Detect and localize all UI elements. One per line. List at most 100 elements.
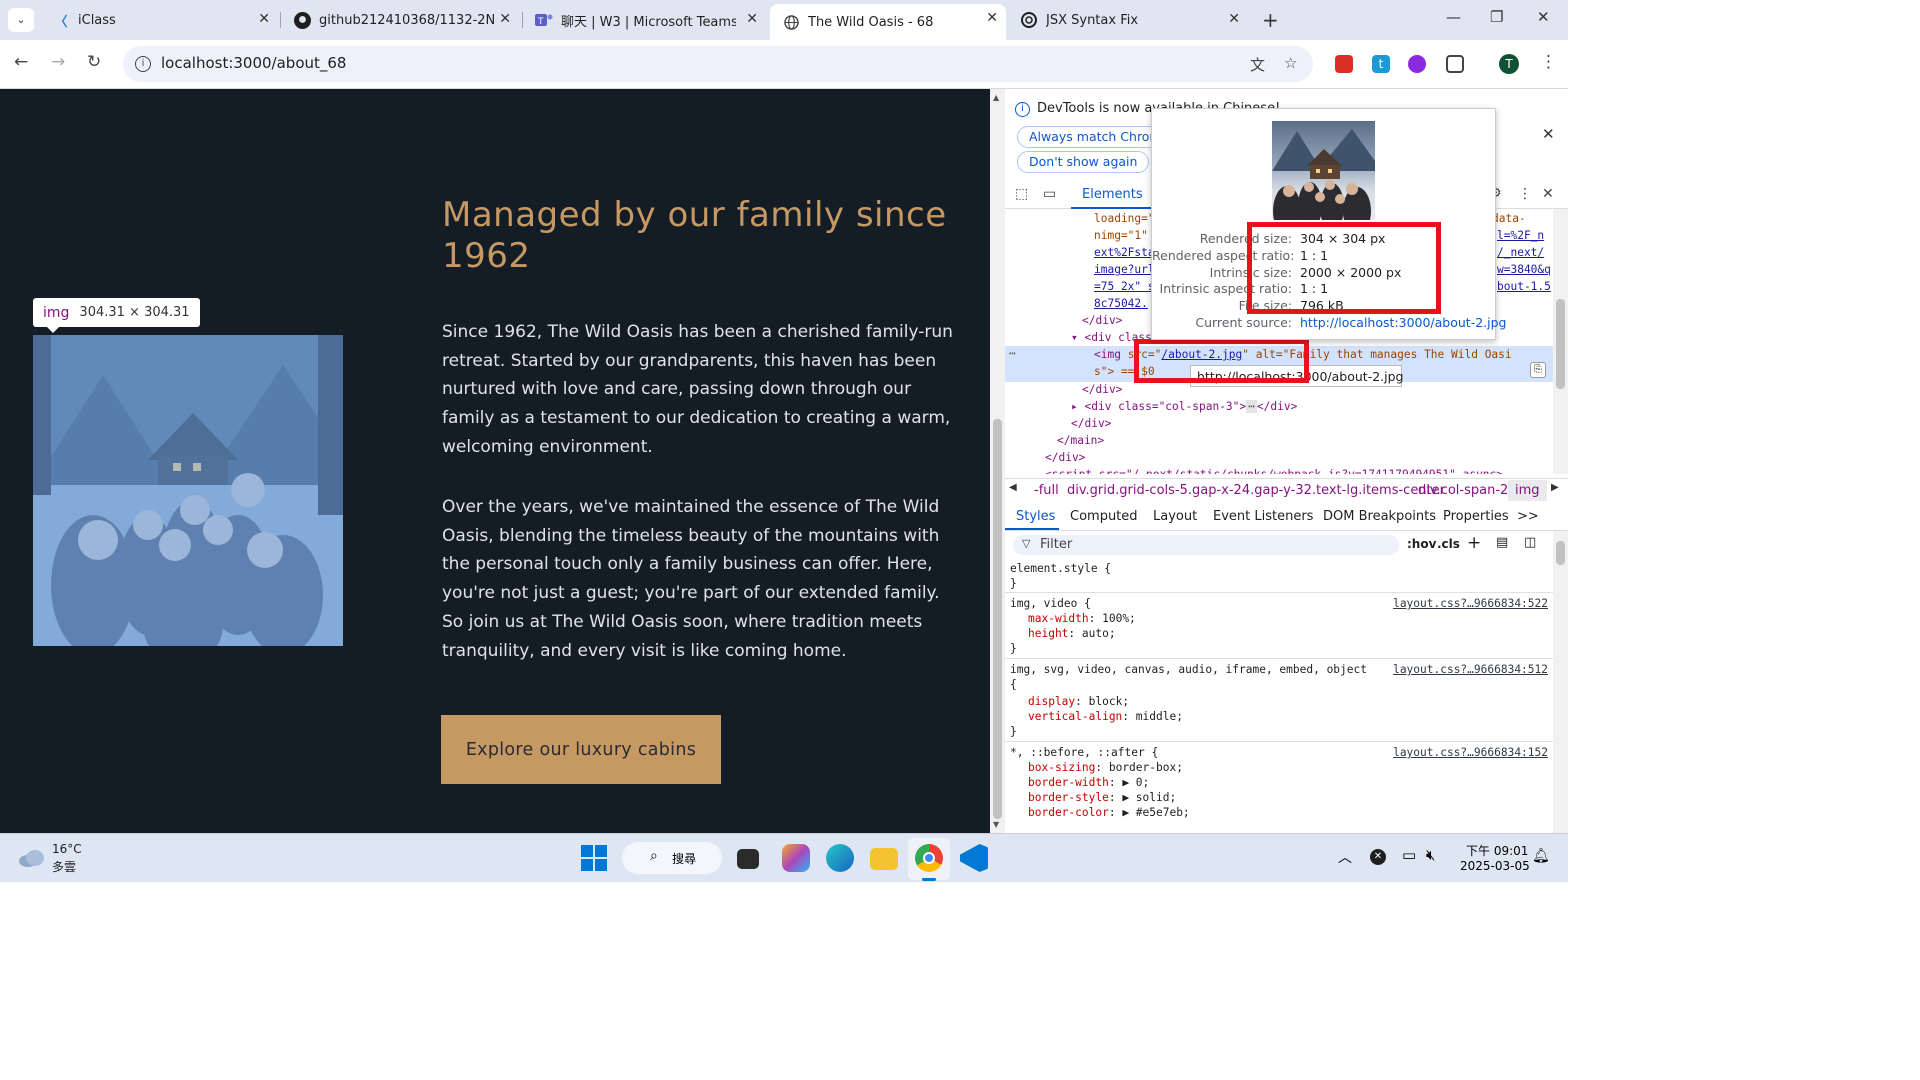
reload-button[interactable]: ↻ (87, 52, 101, 72)
chrome-icon[interactable] (915, 844, 943, 872)
toggle-sidebar-icon[interactable]: ◫ (1524, 535, 1536, 550)
address-bar[interactable]: i localhost:3000/about_68 文 ☆ (123, 46, 1313, 82)
tab-wild-oasis[interactable]: The Wild Oasis - 68 ✕ (770, 4, 1006, 40)
tab-dom-breakpoints[interactable]: DOM Breakpoints (1323, 509, 1436, 524)
tab-event-listeners[interactable]: Event Listeners (1213, 509, 1313, 524)
page-scrollbar-thumb[interactable] (993, 419, 1002, 819)
add-rule-icon[interactable]: + (1467, 533, 1481, 553)
breadcrumb-item[interactable]: -full (1034, 483, 1059, 498)
iclass-icon: 〈 (54, 14, 68, 30)
style-rule: element.style { } (1005, 559, 1553, 593)
hov-toggle[interactable]: :hov (1407, 537, 1436, 551)
forward-button[interactable]: → (51, 52, 65, 72)
tab-computed[interactable]: Computed (1070, 509, 1138, 524)
network-icon[interactable]: ▭ (1402, 846, 1416, 864)
clock-time[interactable]: 下午 09:01 (1466, 842, 1528, 859)
style-source-link[interactable]: layout.css?…9666834:522 (1393, 596, 1548, 612)
extension-purple-icon[interactable] (1408, 55, 1426, 73)
tab-elements[interactable]: Elements (1071, 181, 1154, 209)
styles-pane: element.style { } img, video { layout.cs… (1005, 559, 1553, 833)
close-icon[interactable]: ✕ (258, 11, 270, 27)
node-ellipsis-icon[interactable]: ⋯ (1009, 345, 1016, 362)
src-highlight-box (1134, 339, 1309, 383)
tab-teams[interactable]: T 聊天 | W3 | Microsoft Teams ✕ (523, 5, 766, 35)
extension-red-icon[interactable] (1335, 55, 1353, 73)
inspect-element-icon[interactable]: ⬚ (1015, 186, 1028, 202)
tray-app-icon[interactable]: ✕ (1370, 849, 1386, 865)
back-button[interactable]: ← (14, 52, 28, 72)
tab-layout[interactable]: Layout (1153, 509, 1197, 524)
filter-icon: ▽ (1022, 537, 1031, 550)
style-source-link[interactable]: layout.css?…9666834:152 (1393, 745, 1548, 761)
tab-jsx-syntax-fix[interactable]: JSX Syntax Fix ✕ (1008, 5, 1248, 35)
more-tabs-icon[interactable]: >> (1517, 509, 1539, 524)
tray-chevron-icon[interactable]: ︿ (1338, 847, 1352, 867)
tab-github[interactable]: github212410368/1132-2N-c ✕ (281, 5, 519, 35)
breadcrumb-item-active[interactable]: img (1508, 480, 1547, 501)
explore-cabins-button[interactable]: Explore our luxury cabins (441, 715, 721, 784)
close-icon[interactable]: ✕ (1228, 11, 1240, 27)
close-banner-icon[interactable]: ✕ (1542, 125, 1555, 143)
device-toolbar-icon[interactable]: ▭ (1043, 186, 1056, 202)
copilot-icon[interactable] (782, 844, 810, 872)
search-icon: ⌕ (650, 848, 658, 864)
teams-icon: T (535, 11, 553, 29)
tab-properties[interactable]: Properties (1443, 509, 1509, 524)
node-col-span-3[interactable]: ▸ <div class="col-span-3"> ⋯ </div> (1071, 398, 1297, 415)
vscode-icon[interactable] (960, 844, 988, 872)
notification-bell-icon[interactable]: 🔔︎ (1532, 848, 1550, 864)
page-scrollbar[interactable]: ▲ ▼ (990, 89, 1005, 833)
style-source-link[interactable]: layout.css?…9666834:512 (1393, 662, 1548, 678)
tab-styles[interactable]: Styles (1016, 509, 1055, 524)
devtools-menu-icon[interactable]: ⋮ (1518, 186, 1532, 202)
breadcrumb-scroll-right[interactable]: ▶ (1551, 482, 1559, 493)
cls-toggle[interactable]: .cls (1437, 537, 1460, 551)
maximize-button[interactable]: ❐ (1490, 8, 1503, 26)
tab-iclass[interactable]: 〈 iClass ✕ (40, 5, 278, 35)
extension-blue-t-icon[interactable]: t (1372, 55, 1390, 73)
weather-widget[interactable]: 16°C 多雲 (18, 842, 108, 876)
style-rule: img, video { layout.css?…9666834:522 max… (1005, 593, 1553, 659)
volume-muted-icon[interactable]: 🔇︎ (1426, 846, 1435, 864)
profile-avatar[interactable]: T (1499, 54, 1519, 74)
close-icon[interactable]: ✕ (986, 10, 998, 26)
filter-input[interactable]: ▽ Filter (1013, 535, 1399, 555)
url-text[interactable]: localhost:3000/about_68 (161, 54, 346, 72)
extensions-puzzle-icon[interactable] (1446, 55, 1464, 73)
image-preview-thumbnail (1272, 121, 1375, 220)
tab-search-button[interactable]: ⌄ (8, 8, 34, 32)
bookmark-star-icon[interactable]: ☆ (1284, 54, 1297, 72)
minimize-button[interactable]: — (1446, 8, 1461, 26)
dont-show-again-button[interactable]: Don't show again (1017, 151, 1150, 173)
chatgpt-icon (1020, 11, 1038, 29)
elements-scrollbar[interactable] (1553, 209, 1568, 474)
copy-node-icon[interactable]: ⎘ (1530, 362, 1546, 378)
devtools-close-icon[interactable]: ✕ (1542, 186, 1554, 202)
clock-date[interactable]: 2025-03-05 (1460, 859, 1530, 873)
close-icon[interactable]: ✕ (499, 11, 511, 27)
task-view-icon[interactable] (737, 849, 759, 869)
styles-scrollbar[interactable] (1553, 531, 1568, 833)
translate-icon[interactable]: 文 (1250, 54, 1265, 75)
breadcrumb-item[interactable]: div.col-span-2 (1418, 483, 1508, 498)
breadcrumb-item[interactable]: div.grid.grid-cols-5.gap-x-24.gap-y-32.t… (1067, 483, 1445, 498)
taskbar-search[interactable]: ⌕ 搜尋 (622, 842, 722, 874)
webpage-viewport: img 304.31 × 304.31 Managed by our famil… (0, 89, 990, 833)
breadcrumb-scroll-left[interactable]: ◀ (1009, 482, 1027, 493)
file-explorer-icon[interactable] (870, 848, 898, 870)
menu-kebab-icon[interactable]: ⋮ (1540, 52, 1557, 72)
inspect-size-tooltip: img 304.31 × 304.31 (33, 298, 200, 333)
paragraph-history: Since 1962, The Wild Oasis has been a ch… (442, 322, 953, 457)
windows-start-icon[interactable] (581, 845, 607, 871)
image-preview-popover: Rendered size: 304 × 304 px Rendered aspe… (1151, 108, 1506, 340)
close-icon[interactable]: ✕ (746, 11, 758, 27)
styles-subtabs: Styles Computed Layout Event Listeners D… (1005, 504, 1568, 531)
paint-brush-icon[interactable]: ▤ (1496, 535, 1508, 550)
style-rule: *, ::before, ::after { layout.css?…96668… (1010, 745, 1548, 819)
devtools-panel: i DevTools is now available in Chinese! … (1005, 89, 1568, 833)
site-info-icon[interactable]: i (135, 56, 151, 72)
svg-text:T: T (537, 17, 544, 27)
new-tab-button[interactable]: + (1262, 8, 1279, 32)
close-window-button[interactable]: ✕ (1537, 8, 1550, 26)
edge-icon[interactable] (826, 844, 854, 872)
